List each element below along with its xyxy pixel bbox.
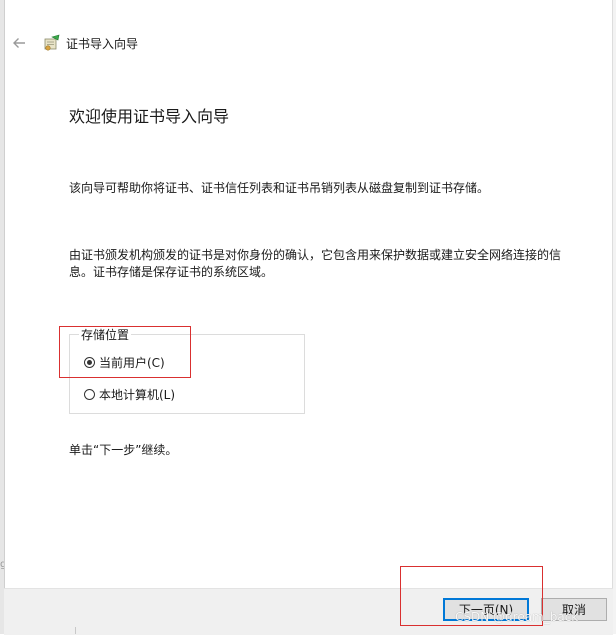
title-bar: 证书导入向导 [8,30,138,56]
continue-instruction: 单击“下一步”继续。 [69,443,178,457]
window-title: 证书导入向导 [66,36,139,51]
next-button[interactable]: 下一页(N) [443,598,529,621]
radio-unselected-icon [84,389,95,400]
footer-divider [75,627,76,634]
right-window-edge [612,0,616,634]
radio-current-user[interactable]: 当前用户(C) [84,354,165,371]
radio-selected-icon [84,357,95,368]
radio-local-machine-label: 本地计算机(L) [99,388,176,402]
page-heading: 欢迎使用证书导入向导 [69,107,230,126]
certificate-explanation: 由证书颁发机构颁发的证书是对你身份的确认，它包含用来保护数据或建立安全网络连接的… [69,248,562,279]
radio-current-user-label: 当前用户(C) [99,356,165,370]
left-window-edge [0,0,5,634]
cancel-button[interactable]: 取消 [541,598,607,621]
radio-local-machine[interactable]: 本地计算机(L) [84,386,175,403]
wizard-description: 该向导可帮助你将证书、证书信任列表和证书吊销列表从磁盘复制到证书存储。 [69,181,490,195]
certificate-wizard-icon [42,33,62,53]
store-location-legend: 存储位置 [79,326,132,343]
back-arrow-icon [13,38,25,48]
back-button[interactable] [8,32,30,54]
left-edge-glyph: g [0,559,4,570]
